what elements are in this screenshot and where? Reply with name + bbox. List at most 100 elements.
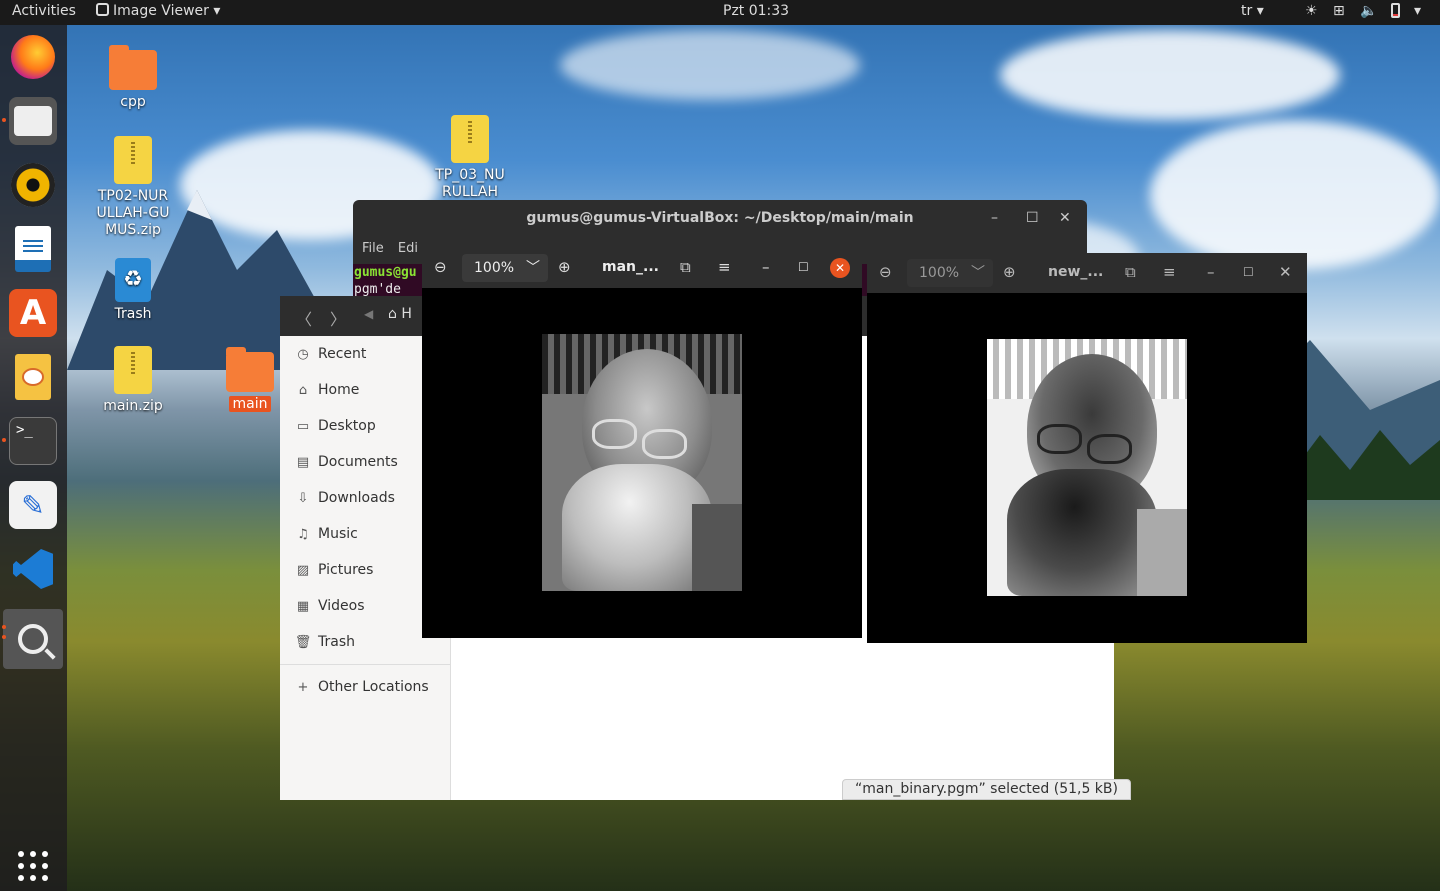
image-viewer-window-1[interactable]: ⊖ 100% ﹀ ⊕ man_... ⧉ ≡ – ☐ ✕ (422, 248, 862, 638)
forward-button[interactable]: 〉 (330, 306, 346, 330)
text-editor-icon[interactable]: ✎ (9, 481, 57, 529)
zoom-out-icon[interactable]: ⊖ (434, 258, 447, 276)
zip-archive-icon (114, 136, 152, 184)
hamburger-menu-icon[interactable]: ≡ (718, 258, 731, 276)
minimize-icon[interactable]: – (991, 210, 998, 226)
viewer-title: new_... (1048, 264, 1104, 280)
sidebar-item-label: Recent (318, 346, 367, 362)
back-button[interactable]: 〈 (296, 306, 312, 330)
video-icon: ▦ (296, 598, 310, 614)
maximize-icon[interactable]: ☐ (1243, 265, 1254, 279)
music-icon: ♫ (297, 526, 309, 542)
zoom-level-select[interactable]: 100% ﹀ (907, 259, 993, 287)
image-viewer-window-2[interactable]: ⊖ 100% ﹀ ⊕ new_... ⧉ ≡ – ☐ ✕ (867, 253, 1307, 643)
firefox-icon[interactable] (9, 33, 57, 81)
dock: A >_ ✎ (0, 25, 67, 891)
sidebar-item-pictures[interactable]: ▨ Pictures (294, 559, 374, 581)
desktop-icon-label: TP02-NURULLAH-GUMUS.zip (96, 188, 170, 238)
image-viewer-icon[interactable] (3, 609, 63, 669)
home-icon: ⌂ (298, 382, 308, 398)
minimize-icon[interactable]: – (1207, 263, 1215, 281)
volume-icon[interactable]: 🔈 (1360, 3, 1377, 19)
software-center-icon[interactable]: A (9, 289, 57, 337)
desktop-icon: ▭ (296, 418, 310, 434)
zoom-in-icon[interactable]: ⊕ (558, 258, 571, 276)
sidebar-item-label: Trash (318, 634, 355, 650)
sidebar-item-trash[interactable]: 🗑 Trash (294, 631, 355, 653)
app-menu-label: Image Viewer (113, 3, 209, 19)
picture-icon: ▨ (296, 562, 310, 578)
running-indicator (2, 625, 6, 629)
maximize-icon[interactable]: ☐ (1026, 210, 1039, 226)
path-scroll-left-icon[interactable]: ◀ (364, 307, 373, 321)
sidebar-item-other-locations[interactable]: + Other Locations (294, 676, 429, 698)
terminal-icon[interactable]: >_ (9, 417, 57, 465)
zoom-out-icon[interactable]: ⊖ (879, 263, 892, 281)
download-icon: ⇩ (297, 490, 309, 506)
folder-icon (109, 45, 157, 90)
viewer-headerbar: ⊖ 100% ﹀ ⊕ man_... ⧉ ≡ – ☐ ✕ (422, 248, 862, 288)
desktop-icon-trash[interactable]: ♻ Trash (88, 258, 178, 323)
close-icon[interactable]: ✕ (1059, 210, 1071, 226)
zoom-in-icon[interactable]: ⊕ (1003, 263, 1016, 281)
hamburger-menu-icon[interactable]: ≡ (1163, 263, 1176, 281)
close-icon[interactable]: ✕ (1279, 263, 1292, 281)
sidebar-item-documents[interactable]: ▤ Documents (294, 451, 398, 473)
chevron-down-icon: ﹀ (526, 260, 540, 276)
top-bar: Activities Image Viewer ▾ Pzt 01:33 tr ▾… (0, 0, 1440, 25)
path-home-button[interactable]: ⌂ H (388, 306, 412, 322)
battery-icon[interactable] (1391, 3, 1400, 22)
sidebar-item-label: Other Locations (318, 679, 429, 695)
folder-icon (226, 347, 274, 392)
rotate-icon[interactable]: ⧉ (680, 258, 691, 276)
desktop-icon-main-zip[interactable]: main.zip (88, 346, 178, 415)
sidebar-item-home[interactable]: ⌂ Home (294, 379, 359, 401)
rhythmbox-icon[interactable] (9, 161, 57, 209)
zoom-level-select[interactable]: 100% ﹀ (462, 254, 548, 282)
menu-file[interactable]: File (362, 241, 384, 256)
vscode-icon[interactable] (9, 545, 57, 593)
files-icon[interactable] (9, 97, 57, 145)
displayed-image-grayscale-portrait (542, 334, 742, 591)
sidebar-item-recent[interactable]: ◷ Recent (294, 343, 366, 365)
maximize-icon[interactable]: ☐ (798, 260, 809, 274)
minimize-icon[interactable]: – (762, 258, 770, 276)
system-menu-chevron-icon[interactable]: ▾ (1414, 3, 1421, 19)
terminal-title: gumus@gumus-VirtualBox: ~/Desktop/main/m… (526, 210, 914, 226)
chevron-down-icon: ﹀ (971, 265, 985, 281)
sidebar-item-downloads[interactable]: ⇩ Downloads (294, 487, 395, 509)
running-indicator (2, 635, 6, 639)
sidebar-item-label: Desktop (318, 418, 376, 434)
activities-button[interactable]: Activities (12, 3, 76, 19)
network-icon[interactable]: ⊞ (1333, 3, 1345, 19)
input-method-indicator[interactable]: tr ▾ (1241, 3, 1264, 19)
trash-icon: ♻ (115, 258, 151, 302)
desktop-icon-tp02-zip[interactable]: TP02-NURULLAH-GUMUS.zip (88, 136, 178, 239)
terminal-prompt: gumus@gu (354, 265, 417, 280)
sidebar-item-label: Pictures (318, 562, 374, 578)
desktop-icon-label: cpp (120, 94, 146, 110)
trash-icon: 🗑 (294, 634, 312, 650)
close-icon[interactable]: ✕ (830, 258, 850, 278)
libreoffice-impress-icon[interactable] (9, 353, 57, 401)
desktop-icon-tp03[interactable]: TP_03_NURULLAH (425, 115, 515, 201)
zoom-level-value: 100% (919, 265, 960, 281)
app-menu[interactable]: Image Viewer ▾ (96, 3, 220, 19)
clock[interactable]: Pzt 01:33 (723, 3, 789, 19)
brightness-icon[interactable]: ☀ (1305, 3, 1318, 19)
desktop-icon-label: main (228, 396, 272, 412)
image-viewer-app-icon (96, 3, 109, 16)
desktop-icon-cpp[interactable]: cpp (88, 45, 178, 111)
sidebar-item-desktop[interactable]: ▭ Desktop (294, 415, 376, 437)
libreoffice-writer-icon[interactable] (9, 225, 57, 273)
show-applications-icon[interactable] (18, 851, 48, 881)
selection-status: “man_binary.pgm” selected (51,5 kB) (842, 779, 1131, 800)
rotate-icon[interactable]: ⧉ (1125, 263, 1136, 281)
zip-archive-icon (451, 115, 489, 163)
desktop-icon-label: TP_03_NURULLAH (435, 167, 505, 200)
menu-edit[interactable]: Edi (398, 241, 418, 256)
sidebar-item-music[interactable]: ♫ Music (294, 523, 358, 545)
chevron-down-icon: ▾ (213, 3, 221, 19)
sidebar-item-videos[interactable]: ▦ Videos (294, 595, 365, 617)
sidebar-divider (280, 664, 450, 665)
